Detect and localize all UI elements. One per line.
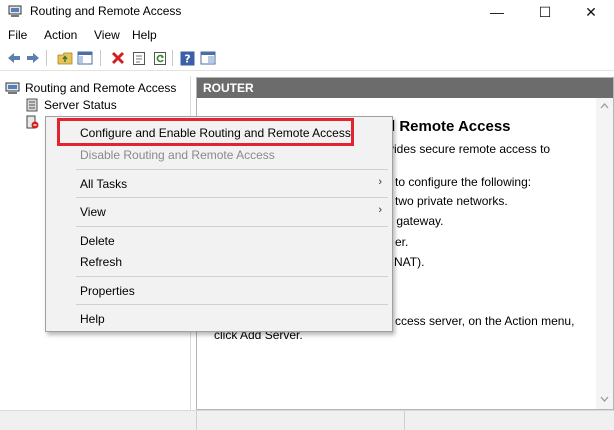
description-line: NAT). bbox=[394, 255, 425, 269]
menu-separator bbox=[76, 226, 388, 227]
help-icon[interactable]: ? bbox=[179, 50, 195, 66]
welcome-heading: d Remote Access bbox=[386, 118, 511, 135]
console-tree-icon[interactable] bbox=[200, 50, 216, 66]
tree-root-routing-and-remote-access[interactable]: Routing and Remote Access bbox=[5, 81, 176, 95]
menu-bar: File Action View Help bbox=[0, 24, 614, 46]
menu-separator bbox=[76, 197, 388, 198]
back-icon[interactable] bbox=[6, 50, 22, 66]
menu-separator bbox=[76, 276, 388, 277]
menu-file[interactable]: File bbox=[8, 28, 27, 42]
close-button[interactable]: ✕ bbox=[568, 0, 614, 24]
menu-item-disable-routing: Disable Routing and Remote Access bbox=[80, 148, 275, 162]
description-line: to configure the following: bbox=[395, 175, 532, 189]
status-bar bbox=[0, 410, 614, 430]
routing-app-icon bbox=[8, 5, 22, 17]
toolbar-separator bbox=[172, 50, 173, 66]
description-line: vides secure remote access to bbox=[388, 142, 551, 156]
menu-item-view[interactable]: View bbox=[80, 205, 106, 219]
menu-separator bbox=[76, 169, 388, 170]
toolbar-separator bbox=[100, 50, 101, 66]
svg-text:?: ? bbox=[184, 52, 190, 65]
minimize-button[interactable]: — bbox=[474, 0, 520, 24]
window-title: Routing and Remote Access bbox=[30, 4, 182, 18]
description-line: ccess server, on the Action menu, bbox=[395, 314, 575, 328]
menu-item-help[interactable]: Help bbox=[80, 312, 105, 326]
vertical-scrollbar[interactable] bbox=[596, 98, 613, 409]
show-hide-tree-icon[interactable] bbox=[77, 50, 93, 66]
menu-item-all-tasks[interactable]: All Tasks bbox=[80, 177, 127, 191]
menu-action[interactable]: Action bbox=[44, 28, 77, 42]
toolbar-separator bbox=[46, 50, 47, 66]
submenu-arrow-icon: › bbox=[378, 204, 382, 216]
status-bar-divider bbox=[404, 411, 405, 430]
maximize-button[interactable]: ☐ bbox=[522, 0, 568, 24]
tree-root-label: Routing and Remote Access bbox=[25, 81, 177, 95]
tree-item-router-server[interactable] bbox=[25, 115, 44, 129]
menu-item-properties[interactable]: Properties bbox=[80, 284, 135, 298]
server-computer-icon bbox=[5, 82, 20, 94]
forward-icon[interactable] bbox=[25, 50, 41, 66]
description-line: two private networks. bbox=[395, 194, 508, 208]
description-line: er. bbox=[395, 235, 409, 249]
scroll-down-icon[interactable] bbox=[600, 396, 609, 402]
context-menu: Configure and Enable Routing and Remote … bbox=[45, 116, 393, 332]
highlight-annotation bbox=[57, 118, 354, 146]
tree-item-server-status-label: Server Status bbox=[44, 98, 117, 112]
description-line: ) gateway. bbox=[389, 214, 444, 228]
server-status-icon bbox=[26, 98, 38, 112]
menu-item-delete[interactable]: Delete bbox=[80, 234, 115, 248]
menu-help[interactable]: Help bbox=[132, 28, 157, 42]
menu-view[interactable]: View bbox=[94, 28, 120, 42]
title-bar: Routing and Remote Access — ☐ ✕ bbox=[0, 0, 614, 24]
menu-item-refresh[interactable]: Refresh bbox=[80, 255, 122, 269]
delete-icon[interactable] bbox=[110, 50, 126, 66]
result-pane-header: ROUTER bbox=[197, 78, 613, 98]
server-down-icon bbox=[26, 115, 39, 129]
menu-separator bbox=[76, 304, 388, 305]
status-bar-divider bbox=[196, 411, 197, 430]
submenu-arrow-icon: › bbox=[378, 176, 382, 188]
tree-item-server-status[interactable]: Server Status bbox=[25, 98, 117, 112]
scroll-up-icon[interactable] bbox=[600, 103, 609, 109]
up-folder-icon[interactable] bbox=[57, 50, 73, 66]
toolbar: ? bbox=[0, 46, 614, 71]
refresh-icon[interactable] bbox=[152, 50, 168, 66]
properties-icon[interactable] bbox=[131, 50, 147, 66]
